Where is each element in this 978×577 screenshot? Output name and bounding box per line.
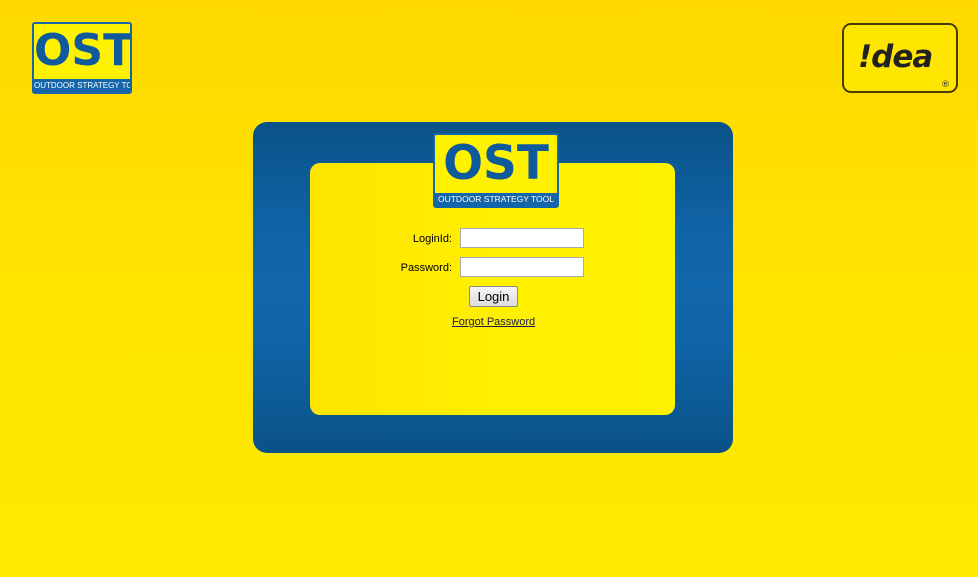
password-input[interactable]	[460, 257, 584, 277]
idea-logo-text: !dea	[858, 39, 933, 75]
idea-logo: !dea ®	[842, 23, 958, 93]
registered-mark: ®	[941, 80, 950, 90]
ost-logo-letters: OST	[34, 25, 132, 76]
ost-logo: OST OUTDOOR STRATEGY TOOL	[32, 22, 132, 94]
forgot-password-link[interactable]: Forgot Password	[452, 316, 535, 328]
login-ost-logo-tagline: OUTDOOR STRATEGY TOOL	[435, 193, 557, 206]
loginid-label: LoginId:	[412, 233, 452, 245]
ost-logo-tagline: OUTDOOR STRATEGY TOOL	[34, 79, 130, 92]
login-ost-logo-letters: OST	[443, 136, 549, 191]
login-ost-logo: OST OUTDOOR STRATEGY TOOL	[433, 133, 559, 208]
password-label: Password:	[400, 262, 452, 274]
login-button[interactable]: Login	[469, 286, 518, 307]
loginid-input[interactable]	[460, 228, 584, 248]
